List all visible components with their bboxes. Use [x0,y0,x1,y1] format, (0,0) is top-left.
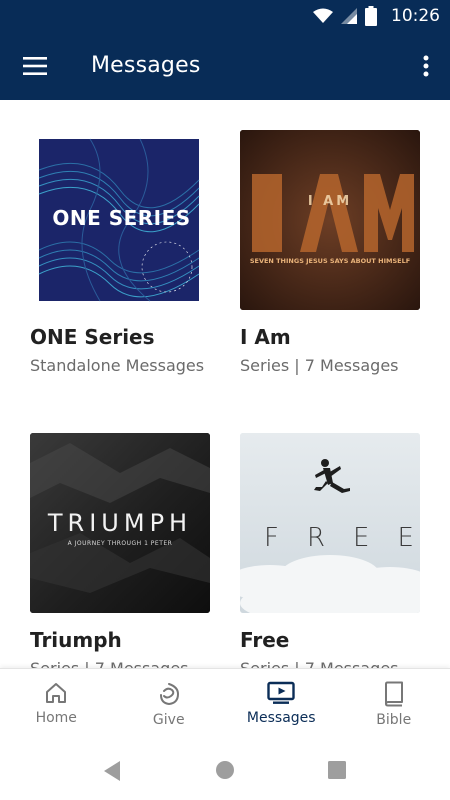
status-icons: 10:26 [313,6,440,26]
bottom-navigation: Home Give Messages Bible [0,668,450,744]
home-circle-icon [216,761,234,779]
app-bar: Messages [0,32,450,100]
series-card-one-series[interactable]: ONE SERIES ONE Series Standalone Message… [30,130,210,375]
nav-home-label: Home [35,710,77,726]
artwork-caption: SEVEN THINGS JESUS SAYS ABOUT HIMSELF [249,257,411,265]
wifi-icon [313,8,333,23]
series-artwork: ONE SERIES [30,130,210,310]
tv-play-icon [267,681,295,704]
card-subtitle: Series | 7 Messages [30,659,210,668]
series-card-free[interactable]: FREE Free Series | 7 Messages [240,433,420,668]
card-title: ONE Series [30,325,155,349]
page-title: Messages [91,53,201,78]
signal-icon [341,8,357,24]
series-card-triumph[interactable]: TRIUMPH A JOURNEY THROUGH 1 PETER Triump… [30,433,210,668]
series-artwork: FREE [240,433,420,613]
nav-bible-label: Bible [376,712,412,728]
card-subtitle: Series | 7 Messages [240,356,399,375]
message-grid: ONE SERIES ONE Series Standalone Message… [0,100,450,668]
menu-button[interactable] [18,50,52,82]
card-subtitle: Standalone Messages [30,356,205,375]
nav-home[interactable]: Home [0,669,113,744]
artwork-title: ONE SERIES [52,206,191,230]
hamburger-icon [23,57,47,75]
system-recents-button[interactable] [328,761,346,784]
nav-messages-label: Messages [246,710,316,726]
series-artwork: TRIUMPH A JOURNEY THROUGH 1 PETER [30,433,210,613]
card-title: Free [240,628,290,652]
artwork-title: I AM [307,194,353,209]
nav-messages[interactable]: Messages [225,669,338,744]
battery-icon [365,6,377,26]
series-card-i-am[interactable]: I AM SEVEN THINGS JESUS SAYS ABOUT HIMSE… [240,130,420,375]
recents-square-icon [328,761,346,779]
artwork-title: FREE [264,523,414,553]
system-navigation-bar [0,744,450,800]
artwork-caption: A JOURNEY THROUGH 1 PETER [67,540,173,547]
nav-give-label: Give [152,712,185,728]
status-time: 10:26 [391,6,440,26]
back-triangle-icon [104,761,120,781]
more-vert-icon [423,55,429,77]
artwork-title: TRIUMPH [47,509,193,537]
card-title: I Am [240,325,291,349]
nav-give[interactable]: Give [113,669,226,744]
card-subtitle: Series | 7 Messages [240,659,420,668]
series-artwork: I AM SEVEN THINGS JESUS SAYS ABOUT HIMSE… [240,130,420,310]
give-icon [159,683,179,706]
system-back-button[interactable] [102,760,122,787]
overflow-menu-button[interactable] [416,50,436,82]
system-home-button[interactable] [215,760,235,785]
book-icon [384,681,403,707]
home-icon [46,683,67,703]
status-bar: 10:26 [0,0,450,32]
card-title: Triumph [30,628,122,652]
nav-bible[interactable]: Bible [338,669,450,744]
